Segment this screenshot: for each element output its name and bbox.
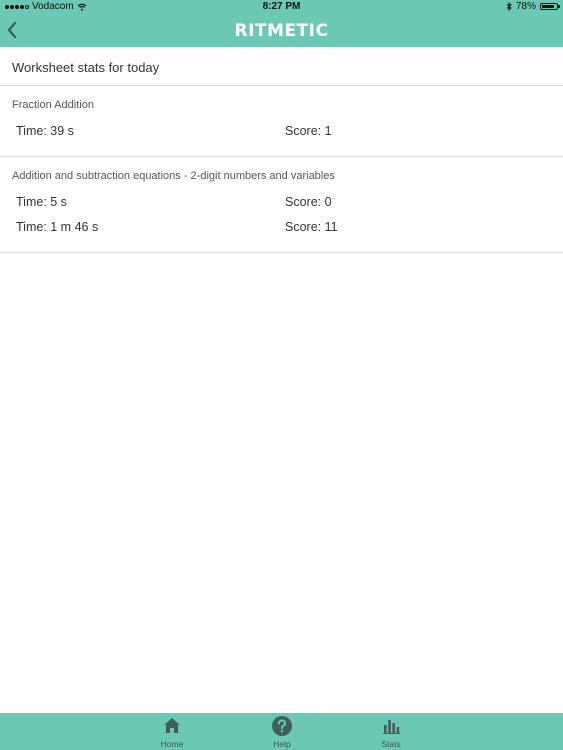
- tab-home[interactable]: Home: [142, 713, 202, 750]
- tab-label: Stats: [381, 739, 401, 749]
- worksheet-title: Fraction Addition: [12, 99, 94, 111]
- tab-help[interactable]: Help: [252, 713, 312, 750]
- home-icon: [164, 718, 180, 733]
- stat-row: Time: 5 s Score: 0: [16, 195, 556, 209]
- time-value: Time: 5 s: [16, 195, 67, 209]
- worksheet-title: Addition and subtraction equations - 2-d…: [12, 170, 335, 182]
- tab-stats[interactable]: Stats: [361, 713, 421, 750]
- app-logo: RITMETIC: [234, 21, 329, 41]
- nav-bar: RITMETIC: [0, 14, 563, 47]
- score-value: Score: 0: [285, 195, 332, 209]
- help-icon: [272, 716, 292, 736]
- battery-percent: 78%: [515, 1, 536, 12]
- time-value: Time: 39 s: [16, 124, 74, 138]
- page-title: Worksheet stats for today: [12, 60, 160, 75]
- tab-label: Home: [160, 739, 184, 749]
- bluetooth-icon: [506, 2, 512, 11]
- stat-row: Time: 1 m 46 s Score: 11: [16, 220, 556, 234]
- stats-icon: [383, 720, 400, 734]
- status-time: 8:27 PM: [262, 1, 301, 12]
- tab-bar: Home Help Stats: [0, 713, 563, 750]
- worksheet-card: Fraction Addition Time: 39 s Score: 1: [0, 86, 563, 157]
- worksheet-card: Addition and subtraction equations - 2-d…: [0, 157, 563, 253]
- score-value: Score: 11: [285, 220, 338, 234]
- status-bar: Vodacom 8:27 PM 78%: [0, 0, 563, 14]
- time-value: Time: 1 m 46 s: [16, 220, 99, 234]
- stat-row: Time: 39 s Score: 1: [16, 124, 556, 138]
- battery-icon: [540, 3, 560, 10]
- stats-heading-row: Worksheet stats for today: [0, 47, 563, 86]
- status-right: 78%: [506, 1, 560, 12]
- score-value: Score: 1: [285, 124, 332, 138]
- tab-label: Help: [273, 739, 291, 749]
